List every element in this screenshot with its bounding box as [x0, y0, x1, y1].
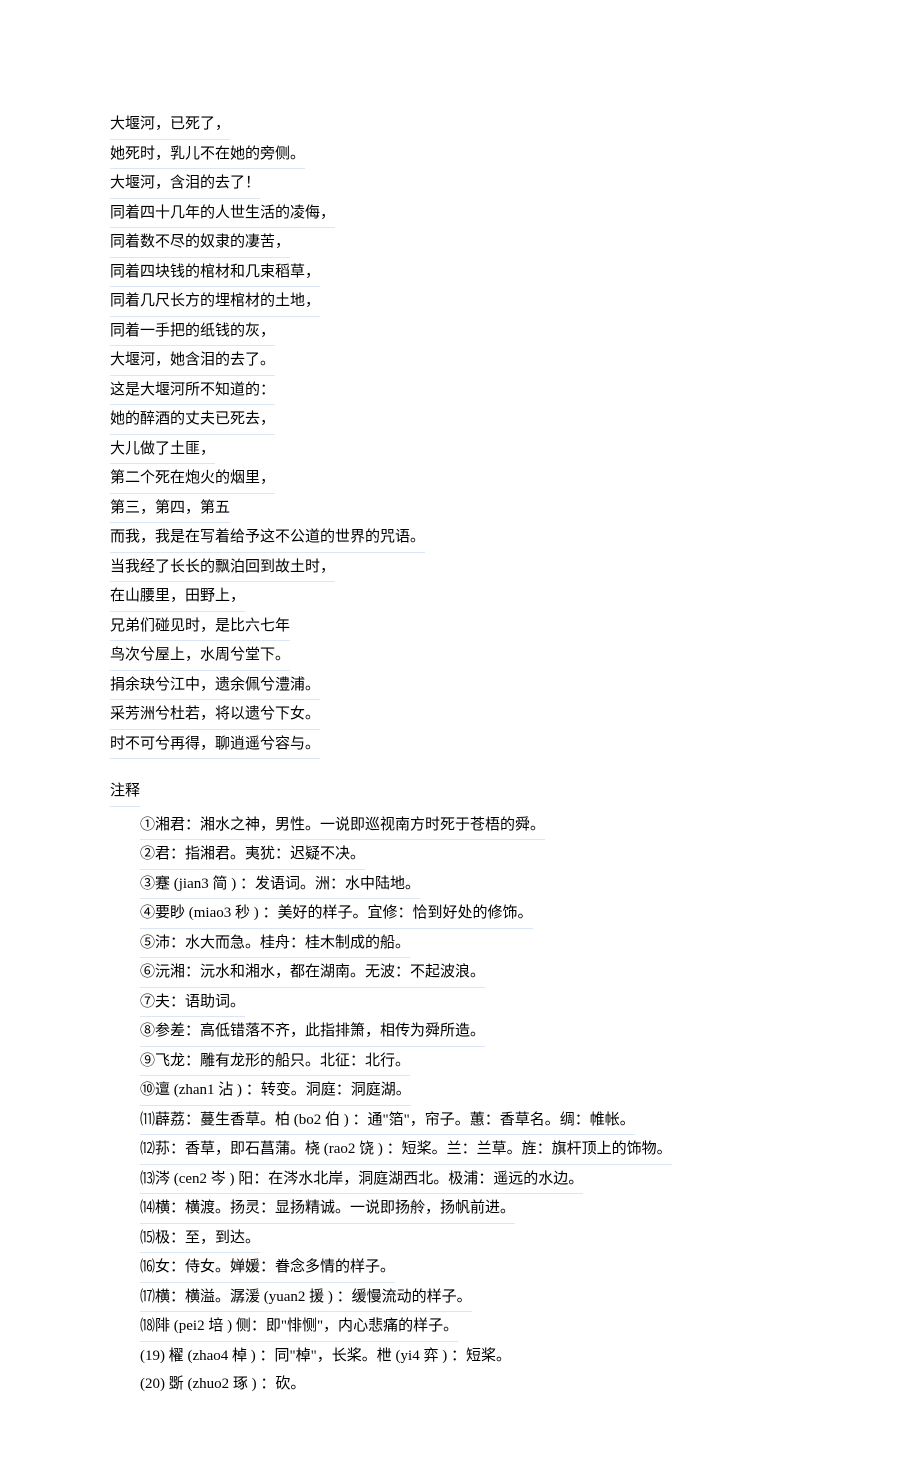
note-item-text: (19) 櫂 (zhao4 棹 ) ：同"棹"，长桨。枻 (yi4 弈 ) ：短… [140, 1348, 511, 1364]
poem-line-text: 时不可兮再得，聊逍遥兮容与。 [110, 730, 320, 760]
poem-line-text: 她死时，乳儿不在她的旁侧。 [110, 140, 305, 170]
poem-line-text: 采芳洲兮杜若，将以遗兮下女。 [110, 700, 320, 730]
note-item: ③蹇 (jian3 简 ) ：发语词。洲：水中陆地。 [110, 870, 810, 900]
poem-line-text: 大儿做了土匪， [110, 435, 215, 465]
poem-line: 兄弟们碰见时，是比六七年 [110, 612, 810, 642]
note-item-text: ⒃女：侍女。婵媛：眷念多情的样子。 [140, 1253, 395, 1283]
note-item: (20) 斲 (zhuo2 琢 ) ：砍。 [110, 1370, 810, 1399]
note-item: ⒀涔 (cen2 岑 ) 阳：在涔水北岸，洞庭湖西北。极浦：遥远的水边。 [110, 1165, 810, 1195]
poem-line-text: 同着一手把的纸钱的灰， [110, 317, 275, 347]
notes-list: ①湘君：湘水之神，男性。一说即巡视南方时死于苍梧的舜。②君：指湘君。夷犹：迟疑不… [110, 811, 810, 1399]
note-item: ⑧参差：高低错落不齐，此指排箫，相传为舜所造。 [110, 1017, 810, 1047]
poem-line: 大堰河，含泪的去了！ [110, 169, 810, 199]
note-item: ⒂极：至，到达。 [110, 1224, 810, 1254]
poem-line: 时不可兮再得，聊逍遥兮容与。 [110, 730, 810, 760]
poem-line-text: 同着数不尽的奴隶的凄苦， [110, 228, 290, 258]
note-item: ⑦夫：语助词。 [110, 988, 810, 1018]
poem-line-text: 大堰河，她含泪的去了。 [110, 346, 275, 376]
note-item-text: ③蹇 (jian3 简 ) ：发语词。洲：水中陆地。 [140, 870, 420, 900]
note-item-text: ⒄横：横溢。潺湲 (yuan2 援 ) ：缓慢流动的样子。 [140, 1283, 472, 1313]
note-item-text: ⑿荪：香草，即石菖蒲。桡 (rao2 饶 ) ：短桨。兰：兰草。旌：旗杆顶上的饰… [140, 1135, 672, 1165]
note-item: ④要眇 (miao3 秒 ) ：美好的样子。宜修：恰到好处的修饰。 [110, 899, 810, 929]
poem-line: 同着四块钱的棺材和几束稻草， [110, 258, 810, 288]
note-item-text: ④要眇 (miao3 秒 ) ：美好的样子。宜修：恰到好处的修饰。 [140, 899, 533, 929]
poem-line-text: 在山腰里，田野上， [110, 582, 245, 612]
poem-line-text: 她的醉酒的丈夫已死去， [110, 405, 275, 435]
note-item-text: ⑾薜荔：蔓生香草。柏 (bo2 伯 ) ：通"箔"，帘子。蕙：香草名。绸：帷帐。 [140, 1106, 635, 1136]
poem-line: 同着数不尽的奴隶的凄苦， [110, 228, 810, 258]
poem-line: 鸟次兮屋上，水周兮堂下。 [110, 641, 810, 671]
poem-line: 这是大堰河所不知道的： [110, 376, 810, 406]
note-item: ⑩邅 (zhan1 沾 ) ：转变。洞庭：洞庭湖。 [110, 1076, 810, 1106]
poem-line-text: 同着四十几年的人世生活的凌侮， [110, 199, 335, 229]
poem-line: 同着几尺长方的埋棺材的土地， [110, 287, 810, 317]
poem-line: 当我经了长长的飘泊回到故土时， [110, 553, 810, 583]
note-item-text: ⒁横：横渡。扬灵：显扬精诚。一说即扬舲，扬帆前进。 [140, 1194, 515, 1224]
note-item-text: ②君：指湘君。夷犹：迟疑不决。 [140, 840, 365, 870]
poem-line: 在山腰里，田野上， [110, 582, 810, 612]
poem-line-text: 鸟次兮屋上，水周兮堂下。 [110, 641, 290, 671]
poem-line: 第三，第四，第五 [110, 494, 810, 524]
poem-line-text: 当我经了长长的飘泊回到故土时， [110, 553, 335, 583]
note-item-text: ⑥沅湘：沅水和湘水，都在湖南。无波：不起波浪。 [140, 958, 485, 988]
poem-line: 大堰河，她含泪的去了。 [110, 346, 810, 376]
note-item: ⑨飞龙：雕有龙形的船只。北征：北行。 [110, 1047, 810, 1077]
note-item: ⒅陫 (pei2 培 ) 侧：即"悱恻"，内心悲痛的样子。 [110, 1312, 810, 1342]
poem-line-text: 大堰河，已死了， [110, 110, 230, 140]
note-item-text: (20) 斲 (zhuo2 琢 ) ：砍。 [140, 1376, 305, 1392]
poem-line-text: 捐余玦兮江中，遗余佩兮澧浦。 [110, 671, 320, 701]
note-item-text: ⒀涔 (cen2 岑 ) 阳：在涔水北岸，洞庭湖西北。极浦：遥远的水边。 [140, 1165, 583, 1195]
poem-line: 同着四十几年的人世生活的凌侮， [110, 199, 810, 229]
poem-line: 而我，我是在写着给予这不公道的世界的咒语。 [110, 523, 810, 553]
note-item-text: ⒂极：至，到达。 [140, 1224, 260, 1254]
note-item: ①湘君：湘水之神，男性。一说即巡视南方时死于苍梧的舜。 [110, 811, 810, 841]
poem-line-text: 大堰河，含泪的去了！ [110, 169, 260, 199]
notes-title: 注释 [110, 777, 810, 807]
notes-block: 注释 ①湘君：湘水之神，男性。一说即巡视南方时死于苍梧的舜。②君：指湘君。夷犹：… [110, 777, 810, 1399]
poem-line-text: 同着几尺长方的埋棺材的土地， [110, 287, 320, 317]
note-item-text: ①湘君：湘水之神，男性。一说即巡视南方时死于苍梧的舜。 [140, 811, 545, 841]
poem-block: 大堰河，已死了，她死时，乳儿不在她的旁侧。大堰河，含泪的去了！同着四十几年的人世… [110, 110, 810, 759]
note-item: ⑾薜荔：蔓生香草。柏 (bo2 伯 ) ：通"箔"，帘子。蕙：香草名。绸：帷帐。 [110, 1106, 810, 1136]
note-item: ②君：指湘君。夷犹：迟疑不决。 [110, 840, 810, 870]
note-item: ⒁横：横渡。扬灵：显扬精诚。一说即扬舲，扬帆前进。 [110, 1194, 810, 1224]
note-item: ⑤沛：水大而急。桂舟：桂木制成的船。 [110, 929, 810, 959]
poem-line-text: 第三，第四，第五 [110, 494, 230, 524]
note-item-text: ⑧参差：高低错落不齐，此指排箫，相传为舜所造。 [140, 1017, 485, 1047]
poem-line: 大儿做了土匪， [110, 435, 810, 465]
poem-line: 她死时，乳儿不在她的旁侧。 [110, 140, 810, 170]
poem-line: 她的醉酒的丈夫已死去， [110, 405, 810, 435]
note-item-text: ⑦夫：语助词。 [140, 988, 245, 1018]
note-item-text: ⑤沛：水大而急。桂舟：桂木制成的船。 [140, 929, 410, 959]
note-item: ⑥沅湘：沅水和湘水，都在湖南。无波：不起波浪。 [110, 958, 810, 988]
poem-line: 捐余玦兮江中，遗余佩兮澧浦。 [110, 671, 810, 701]
poem-line-text: 而我，我是在写着给予这不公道的世界的咒语。 [110, 523, 425, 553]
poem-line-text: 第二个死在炮火的烟里， [110, 464, 275, 494]
note-item-text: ⑨飞龙：雕有龙形的船只。北征：北行。 [140, 1047, 410, 1077]
note-item: ⑿荪：香草，即石菖蒲。桡 (rao2 饶 ) ：短桨。兰：兰草。旌：旗杆顶上的饰… [110, 1135, 810, 1165]
poem-line: 同着一手把的纸钱的灰， [110, 317, 810, 347]
note-item-text: ⒅陫 (pei2 培 ) 侧：即"悱恻"，内心悲痛的样子。 [140, 1312, 458, 1342]
note-item: ⒄横：横溢。潺湲 (yuan2 援 ) ：缓慢流动的样子。 [110, 1283, 810, 1313]
poem-line: 大堰河，已死了， [110, 110, 810, 140]
poem-line: 第二个死在炮火的烟里， [110, 464, 810, 494]
note-item-text: ⑩邅 (zhan1 沾 ) ：转变。洞庭：洞庭湖。 [140, 1076, 411, 1106]
poem-line-text: 这是大堰河所不知道的： [110, 376, 275, 406]
poem-line-text: 兄弟们碰见时，是比六七年 [110, 612, 290, 642]
poem-line: 采芳洲兮杜若，将以遗兮下女。 [110, 700, 810, 730]
poem-line-text: 同着四块钱的棺材和几束稻草， [110, 258, 320, 288]
note-item: (19) 櫂 (zhao4 棹 ) ：同"棹"，长桨。枻 (yi4 弈 ) ：短… [110, 1342, 810, 1371]
note-item: ⒃女：侍女。婵媛：眷念多情的样子。 [110, 1253, 810, 1283]
